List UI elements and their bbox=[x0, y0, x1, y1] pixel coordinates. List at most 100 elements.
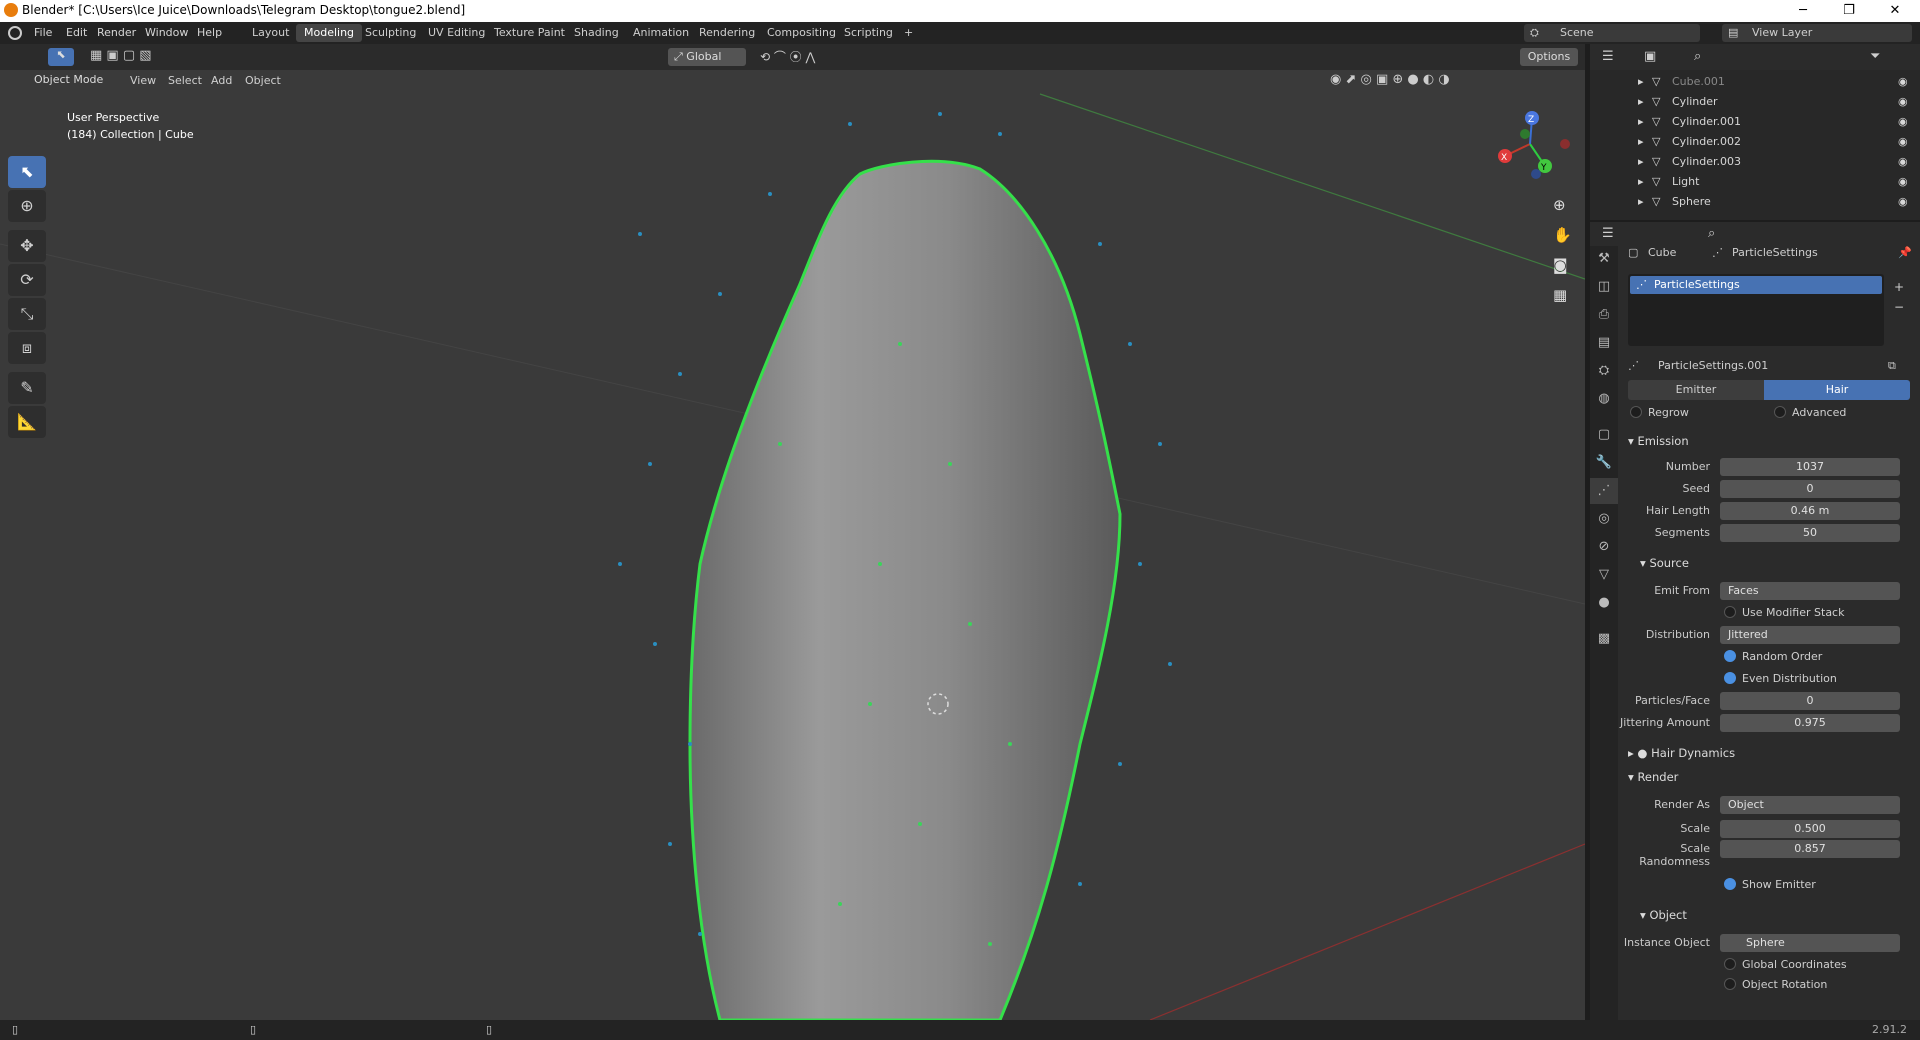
measure-tool-icon[interactable]: 📐 bbox=[8, 406, 46, 438]
visibility-eye-icon[interactable]: ◉ bbox=[1898, 75, 1908, 88]
scene-selector[interactable]: ⛭ Scene bbox=[1524, 24, 1700, 42]
random-order-checkbox[interactable] bbox=[1724, 650, 1736, 662]
outliner-item[interactable]: ▸ ▽ Sphere ◉ bbox=[1590, 192, 1920, 212]
viewport-shading-icon[interactable]: ◉ ⬈ ◎ ▣ ⊕ ● ◐ ◑ bbox=[1330, 72, 1570, 90]
render-as-dropdown[interactable]: Object bbox=[1720, 796, 1900, 814]
selected-mesh-cube[interactable] bbox=[688, 159, 1122, 1020]
select-box-tool-icon[interactable]: ⬉ bbox=[8, 156, 46, 188]
hair-dynamics-panel-header[interactable]: ▸ ● Hair Dynamics bbox=[1628, 746, 1735, 760]
cursor-tool-icon[interactable]: ⊕ bbox=[8, 190, 46, 222]
tab-compositing[interactable]: Compositing bbox=[759, 24, 844, 42]
expand-arrow-icon[interactable]: ▸ bbox=[1638, 195, 1644, 208]
menu-object[interactable]: Object bbox=[245, 74, 281, 87]
viewport-canvas[interactable]: X Y Z bbox=[0, 44, 1585, 1020]
visibility-eye-icon[interactable]: ◉ bbox=[1898, 175, 1908, 188]
show-emitter-checkbox[interactable] bbox=[1724, 878, 1736, 890]
menu-edit[interactable]: Edit bbox=[66, 26, 87, 39]
object-rotation-checkbox[interactable] bbox=[1724, 978, 1736, 990]
outliner-item[interactable]: ▸ ▽ Cylinder.002 ◉ bbox=[1590, 132, 1920, 152]
view-layer-selector[interactable]: ▤ View Layer bbox=[1722, 24, 1912, 42]
scale-field[interactable]: 0.500 bbox=[1720, 820, 1900, 838]
selection-mode-icon[interactable]: ▦ ▣ ▢ ▧ bbox=[90, 48, 180, 66]
camera-icon[interactable]: ◙ bbox=[1553, 256, 1568, 274]
expand-arrow-icon[interactable]: ▸ bbox=[1638, 95, 1644, 108]
expand-arrow-icon[interactable]: ▸ bbox=[1638, 135, 1644, 148]
jittering-amount-field[interactable]: 0.975 bbox=[1720, 714, 1900, 732]
remove-slot-icon[interactable]: − bbox=[1894, 300, 1904, 314]
grid-view-icon[interactable]: ▦ bbox=[1553, 286, 1567, 304]
emit-from-dropdown[interactable]: Faces bbox=[1720, 582, 1900, 600]
editor-type-icon[interactable] bbox=[8, 48, 34, 66]
global-coordinates-checkbox[interactable] bbox=[1724, 958, 1736, 970]
physics-tab-icon[interactable]: ◎ bbox=[1590, 506, 1618, 532]
tab-rendering[interactable]: Rendering bbox=[691, 24, 763, 42]
render-tab-icon[interactable]: ◫ bbox=[1590, 274, 1618, 300]
source-panel-header[interactable]: ▾ Source bbox=[1640, 556, 1689, 570]
tab-uv-editing[interactable]: UV Editing bbox=[420, 24, 493, 42]
type-emitter-button[interactable]: Emitter bbox=[1628, 380, 1764, 400]
tab-texture-paint[interactable]: Texture Paint bbox=[486, 24, 573, 42]
outliner-item[interactable]: ▸ ▽ Light ◉ bbox=[1590, 172, 1920, 192]
expand-arrow-icon[interactable]: ▸ bbox=[1638, 175, 1644, 188]
distribution-dropdown[interactable]: Jittered bbox=[1720, 626, 1900, 644]
menu-window[interactable]: Window bbox=[145, 26, 188, 39]
particles-tab-icon[interactable]: ⋰ bbox=[1590, 478, 1618, 504]
properties-editor-icon[interactable]: ☰ bbox=[1602, 226, 1614, 241]
select-tool-button[interactable]: ⬉ bbox=[48, 48, 74, 66]
scale-tool-icon[interactable]: ⤡ bbox=[8, 298, 46, 330]
object-panel-header[interactable]: ▾ Object bbox=[1640, 908, 1687, 922]
scale-randomness-field[interactable]: 0.857 bbox=[1720, 840, 1900, 858]
outliner-item[interactable]: ▸ ▽ Cylinder.001 ◉ bbox=[1590, 112, 1920, 132]
menu-file[interactable]: File bbox=[34, 26, 52, 39]
menu-help[interactable]: Help bbox=[197, 26, 222, 39]
outliner-editor-icon[interactable]: ☰ bbox=[1602, 49, 1614, 64]
modifier-tab-icon[interactable]: 🔧 bbox=[1590, 450, 1618, 476]
hair-length-field[interactable]: 0.46 m bbox=[1720, 502, 1900, 520]
list-item[interactable]: ⋰ ParticleSettings bbox=[1630, 276, 1882, 294]
expand-arrow-icon[interactable]: ▸ bbox=[1638, 155, 1644, 168]
outliner-item[interactable]: ▸ ▽ Cylinder ◉ bbox=[1590, 92, 1920, 112]
object-tab-icon[interactable]: ▢ bbox=[1590, 422, 1618, 448]
properties-search-icon[interactable]: ⌕ bbox=[1708, 226, 1715, 241]
data-tab-icon[interactable]: ▽ bbox=[1590, 562, 1618, 588]
zoom-icon[interactable]: ⊕ bbox=[1553, 196, 1566, 214]
datablock-selector[interactable]: ⋰ ParticleSettings.001 ⧉ bbox=[1628, 356, 1918, 376]
material-tab-icon[interactable]: ● bbox=[1590, 590, 1618, 616]
maximize-button[interactable]: ❐ bbox=[1826, 0, 1872, 22]
even-distribution-checkbox[interactable] bbox=[1724, 672, 1736, 684]
add-workspace-button[interactable]: + bbox=[896, 24, 921, 42]
visibility-eye-icon[interactable]: ◉ bbox=[1898, 135, 1908, 148]
tab-animation[interactable]: Animation bbox=[625, 24, 697, 42]
use-modifier-stack-checkbox[interactable] bbox=[1724, 606, 1736, 618]
advanced-checkbox[interactable] bbox=[1774, 406, 1786, 418]
tab-modeling[interactable]: Modeling bbox=[296, 24, 363, 42]
pin-icon[interactable]: 📌 bbox=[1898, 246, 1912, 259]
view-layer-tab-icon[interactable]: ▤ bbox=[1590, 330, 1618, 356]
menu-select[interactable]: Select bbox=[168, 74, 202, 87]
menu-add[interactable]: Add bbox=[211, 74, 232, 87]
number-field[interactable]: 1037 bbox=[1720, 458, 1900, 476]
emission-panel-header[interactable]: ▾ Emission bbox=[1628, 434, 1689, 448]
options-dropdown[interactable]: Options bbox=[1520, 48, 1578, 66]
tab-scripting[interactable]: Scripting bbox=[836, 24, 901, 42]
transform-tool-icon[interactable]: ⧈ bbox=[8, 332, 46, 364]
render-panel-header[interactable]: ▾ Render bbox=[1628, 770, 1678, 784]
minimize-button[interactable]: ─ bbox=[1780, 0, 1826, 22]
close-button[interactable]: ✕ bbox=[1872, 0, 1918, 22]
transform-orientation-dropdown[interactable]: ⤢ Global bbox=[668, 48, 746, 66]
constraints-tab-icon[interactable]: ⊘ bbox=[1590, 534, 1618, 560]
move-tool-icon[interactable]: ✥ bbox=[8, 230, 46, 262]
expand-arrow-icon[interactable]: ▸ bbox=[1638, 115, 1644, 128]
menu-render[interactable]: Render bbox=[97, 26, 136, 39]
tab-shading[interactable]: Shading bbox=[566, 24, 627, 42]
annotate-tool-icon[interactable]: ✎ bbox=[8, 372, 46, 404]
type-hair-button[interactable]: Hair bbox=[1764, 380, 1910, 400]
output-tab-icon[interactable]: ⎙ bbox=[1590, 302, 1618, 328]
blender-menu-icon[interactable] bbox=[8, 26, 22, 40]
mode-dropdown[interactable]: Object Mode bbox=[10, 70, 118, 90]
menu-view[interactable]: View bbox=[130, 74, 156, 87]
visibility-eye-icon[interactable]: ◉ bbox=[1898, 115, 1908, 128]
visibility-eye-icon[interactable]: ◉ bbox=[1898, 95, 1908, 108]
snap-icon[interactable]: ⟲ ⌒ ⦿ ⋀ bbox=[760, 48, 880, 66]
tool-tab-icon[interactable]: ⚒ bbox=[1590, 246, 1618, 272]
